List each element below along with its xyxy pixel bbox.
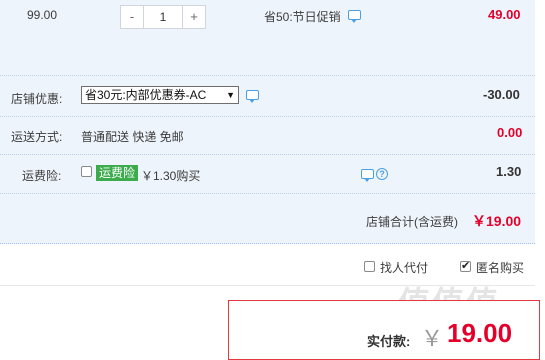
proxy-pay-label[interactable]: 找人代付 [380,259,428,276]
payment-currency: ￥ [421,326,444,351]
anonymous-label[interactable]: 匿名购买 [476,259,524,276]
qty-increase-button[interactable]: + [182,6,205,28]
insurance-label: 运费险: [22,169,62,183]
payment-summary-box: 实付款: ￥ 19.00 [228,300,540,360]
proxy-pay-checkbox[interactable] [364,261,375,272]
shipping-label: 运送方式: [11,130,63,144]
insurance-badge: 运费险 [96,165,139,181]
divider [0,193,535,194]
insurance-checkbox[interactable] [81,166,92,177]
payment-amount: 19.00 [447,318,513,348]
unit-price: 99.00 [27,8,58,22]
shop-total-amount: ￥19.00 [472,213,522,229]
quantity-stepper[interactable]: - 1 + [120,5,206,29]
qty-input[interactable]: 1 [143,6,183,28]
chat-icon[interactable] [246,90,259,103]
qty-decrease-button[interactable]: - [121,6,144,28]
chat-icon[interactable] [361,169,374,182]
shop-total-label: 店铺合计(含运费) [366,215,458,229]
shipping-method: 普通配送 快递 免邮 [81,130,184,144]
insurance-desc: ￥1.30购买 [141,169,201,183]
shop-discount-amount: -30.00 [483,87,520,102]
shipping-amount: 0.00 [497,125,523,140]
divider [0,75,535,76]
discount-select-value: 省30元:内部优惠券-AC [85,88,207,102]
help-icon[interactable]: ? [376,168,388,180]
payment-label: 实付款: [367,334,411,349]
order-panel [0,0,535,244]
chevron-down-icon: ▼ [226,90,235,100]
divider [0,116,535,117]
shop-discount-label: 店铺优惠: [11,92,63,106]
divider [0,154,535,155]
anonymous-checkbox[interactable] [460,259,471,272]
insurance-amount: 1.30 [496,164,522,179]
chat-icon[interactable] [348,10,361,23]
discount-select[interactable]: 省30元:内部优惠券-AC ▼ [81,86,239,104]
promo-text: 省50:节日促销 [264,10,341,24]
item-subtotal: 49.00 [488,7,521,22]
